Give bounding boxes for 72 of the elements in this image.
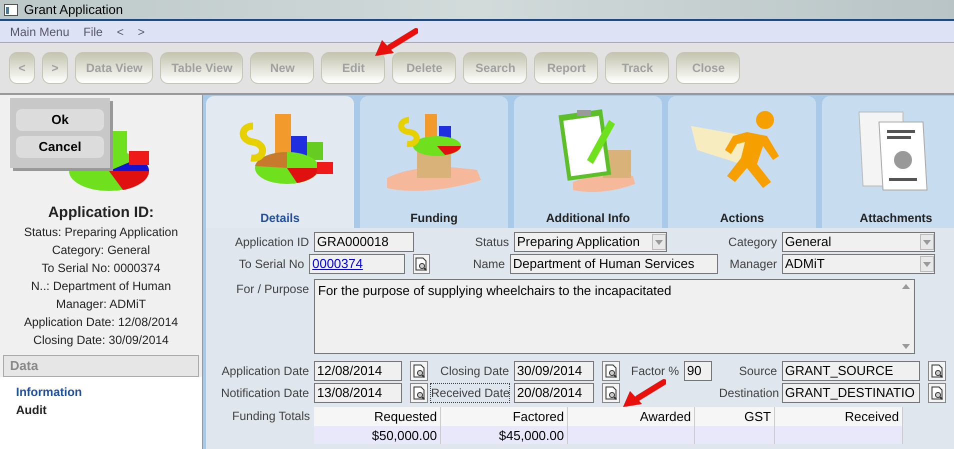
field-label: For / Purpose [235, 281, 310, 298]
pointer-arrow-icon [374, 28, 418, 58]
menu-item[interactable]: File [83, 22, 103, 40]
lookup-icon [604, 364, 618, 378]
serial-field[interactable]: 0000374 [309, 254, 405, 274]
field-label: Destination [718, 385, 778, 402]
text-field[interactable]: 30/09/2014 [514, 361, 594, 381]
field-label: Factor % [630, 363, 680, 380]
text-field[interactable]: 90 [684, 361, 712, 381]
text-field[interactable]: 13/08/2014 [314, 383, 402, 403]
field-label: To Serial No [238, 256, 306, 273]
lookup-icon [412, 364, 426, 378]
text-field[interactable]: GRANT_SOURCE [782, 361, 920, 381]
field-label: Manager [728, 256, 778, 273]
tab[interactable]: Actions [668, 96, 816, 228]
dropdown-field[interactable]: General [782, 232, 935, 252]
tab[interactable]: Details [206, 96, 354, 228]
text-field[interactable]: Department of Human Services [510, 254, 718, 274]
purpose-field[interactable]: For the purpose of supplying wheelchairs to the incapacitated [314, 279, 915, 354]
summary-line: Manager: ADMiT [56, 296, 146, 313]
lookup-button[interactable] [928, 383, 946, 403]
nav-item[interactable]: Audit [16, 401, 186, 419]
summary-line: Closing Date: 30/09/2014 [33, 332, 169, 349]
lookup-icon [930, 386, 944, 400]
table-cell: $45,000.00 [441, 426, 568, 444]
field-label: Received Date [430, 383, 510, 403]
field-label: Category [727, 234, 778, 251]
field-label: Funding Totals [231, 408, 310, 425]
tab[interactable]: Additional Info [514, 96, 662, 228]
menu-item[interactable]: < [116, 22, 124, 40]
text-field[interactable]: GRA000018 [314, 232, 414, 252]
window-icon [4, 4, 18, 16]
lookup-button[interactable] [928, 361, 946, 381]
summary-line: Application Date: 12/08/2014 [24, 314, 178, 331]
nav-item[interactable]: Information [16, 383, 186, 401]
field-label: Name [472, 256, 506, 273]
summary-line: Category: General [52, 242, 150, 259]
tab[interactable]: Funding [360, 96, 508, 228]
lookup-icon [412, 386, 426, 400]
field-label: Closing Date [439, 363, 510, 380]
window-title: Grant Application [24, 0, 124, 19]
dropdown-field[interactable]: Preparing Application [514, 232, 667, 252]
text-field[interactable]: GRANT_DESTINATIO [782, 383, 920, 403]
tab[interactable]: Attachments [822, 96, 954, 228]
summary-line: To Serial No: 0000374 [42, 260, 160, 277]
field-label: Application ID [234, 234, 310, 251]
table-cell: $50,000.00 [314, 426, 441, 444]
dialog-button[interactable]: Cancel [16, 136, 104, 158]
menu-item[interactable]: > [138, 22, 145, 40]
lookup-icon [930, 364, 944, 378]
text-field[interactable]: 12/08/2014 [314, 361, 402, 381]
lookup-icon [414, 257, 428, 271]
field-label: Notification Date [220, 385, 310, 402]
lookup-button[interactable] [602, 361, 620, 381]
summary-title: Application ID: [48, 203, 154, 223]
lookup-button[interactable] [410, 383, 428, 403]
dialog-button[interactable]: Ok [16, 108, 104, 130]
field-label: Source [738, 363, 778, 380]
field-label: Status [474, 234, 510, 251]
menu-item[interactable]: Main Menu [10, 22, 70, 40]
text-field[interactable]: 20/08/2014 [514, 383, 594, 403]
nav-header: Data [3, 355, 199, 377]
summary-line: N..: Department of Human [30, 278, 172, 295]
summary-line: Status: Preparing Application [24, 224, 178, 241]
dropdown-field[interactable]: ADMiT [782, 254, 935, 274]
lookup-icon [604, 386, 618, 400]
serial-link[interactable]: 0000374 [312, 255, 363, 273]
field-label: Application Date [220, 363, 310, 380]
pointer-arrow-icon [622, 379, 666, 409]
lookup-button[interactable] [410, 361, 428, 381]
lookup-button[interactable] [602, 383, 620, 403]
lookup-button[interactable] [412, 254, 430, 274]
